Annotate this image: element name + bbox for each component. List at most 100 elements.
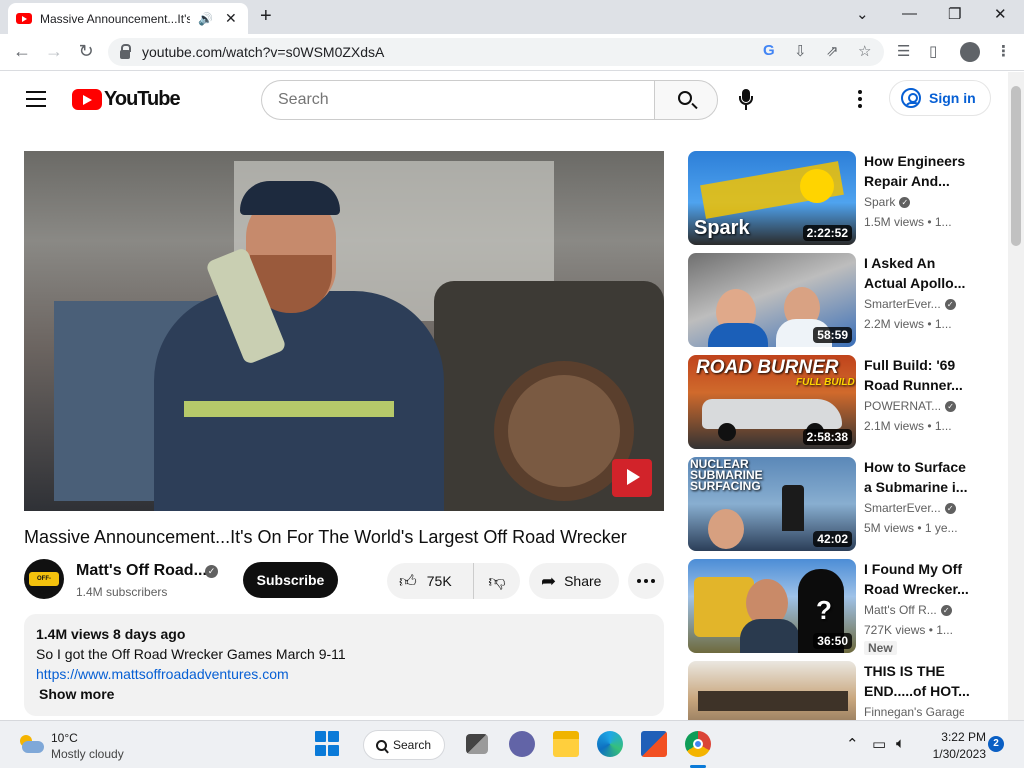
verified-check-icon: ✓ xyxy=(899,197,911,209)
bookmark-star-icon[interactable]: ☆ xyxy=(858,42,871,60)
sign-in-label: Sign in xyxy=(929,90,976,106)
weather-cloudy-icon[interactable] xyxy=(18,733,44,755)
new-tab-button[interactable]: + xyxy=(260,6,272,26)
close-tab-icon[interactable]: ✕ xyxy=(225,10,237,27)
recommended-title[interactable]: How to Surface a Submarine i... xyxy=(864,457,970,497)
weather-condition[interactable]: Mostly cloudy xyxy=(51,747,124,761)
page-scrollbar[interactable] xyxy=(1008,72,1024,720)
like-count: 75K xyxy=(426,573,452,589)
recommended-channel[interactable]: POWERNAT... ✓ xyxy=(864,399,964,413)
recommended-title[interactable]: How Engineers Repair And... xyxy=(864,151,970,191)
recommended-title[interactable]: THIS IS THE END.....of HOT... xyxy=(864,661,970,701)
recommended-video[interactable]: ROAD BURNER FULL BUILD 2:58:38 Full Buil… xyxy=(688,355,978,449)
channel-name[interactable]: Matt's Off Road... xyxy=(76,562,207,580)
network-icon[interactable]: ▭ xyxy=(872,735,886,753)
video-thumbnail[interactable] xyxy=(688,661,856,720)
recommended-meta: 5M views • 1 ye... xyxy=(864,521,958,535)
show-more-button[interactable]: Show more xyxy=(39,686,652,706)
profile-avatar-icon[interactable] xyxy=(960,42,980,62)
install-app-icon[interactable]: ⇩ xyxy=(794,42,807,60)
search-input[interactable] xyxy=(261,80,655,120)
hamburger-menu-icon[interactable] xyxy=(26,91,46,107)
reload-icon[interactable]: ↻ xyxy=(74,41,98,62)
teams-chat-icon[interactable] xyxy=(509,731,535,757)
video-thumbnail[interactable]: ? 36:50 xyxy=(688,559,856,653)
subscribe-button[interactable]: Subscribe xyxy=(243,562,338,598)
chevron-up-icon[interactable]: ⌃ xyxy=(846,735,859,753)
search-button[interactable] xyxy=(654,80,718,120)
taskbar-search-button[interactable]: Search xyxy=(363,730,445,760)
speaker-icon[interactable]: 🔊 xyxy=(198,12,213,26)
like-button[interactable]: 👍︎ 75K xyxy=(387,563,474,599)
settings-more-icon[interactable] xyxy=(858,90,862,111)
youtube-masthead: YouTube Sign in xyxy=(0,72,1008,128)
youtube-play-icon xyxy=(72,89,102,110)
media-controls-icon[interactable]: ☰ xyxy=(897,42,910,60)
video-thumbnail[interactable]: Spark 2:22:52 xyxy=(688,151,856,245)
recommended-channel[interactable]: Spark ✓ xyxy=(864,195,964,209)
taskbar-search-label: Search xyxy=(393,738,432,752)
recommended-video[interactable]: NUCLEAR SUBMARINE SURFACING 42:02 How to… xyxy=(688,457,978,551)
recommended-video[interactable]: ? 36:50 I Found My Off Road Wrecker... M… xyxy=(688,559,978,655)
description-link[interactable]: https://www.mattsoffroadadventures.com xyxy=(36,666,652,686)
minimize-button[interactable]: — xyxy=(902,5,917,22)
search-icon xyxy=(376,739,387,751)
microsoft-store-icon[interactable] xyxy=(641,731,667,757)
recommended-video[interactable]: 58:59 I Asked An Actual Apollo... Smarte… xyxy=(688,253,978,347)
recommended-title[interactable]: I Asked An Actual Apollo... xyxy=(864,253,970,293)
microphone-icon[interactable] xyxy=(736,86,756,114)
browser-toolbar: ← → ↻ youtube.com/watch?v=s0WSM0ZXdsA G … xyxy=(0,34,1024,71)
maximize-button[interactable]: ❐ xyxy=(948,5,961,23)
recommended-channel[interactable]: SmarterEver... ✓ xyxy=(864,501,964,515)
google-translate-icon[interactable]: G xyxy=(763,42,775,59)
notification-badge[interactable]: 2 xyxy=(988,736,1004,752)
share-arrow-icon: ➦ xyxy=(541,570,557,591)
recommended-title[interactable]: Full Build: '69 Road Runner... xyxy=(864,355,970,395)
recommended-channel[interactable]: Finnegan's Garage xyxy=(864,705,964,719)
youtube-favicon-icon xyxy=(16,13,32,24)
browser-tab-active[interactable]: Massive Announcement...It's 🔊 ✕ xyxy=(8,3,248,34)
clock-date[interactable]: 1/30/2023 xyxy=(920,747,986,761)
forward-arrow-icon[interactable]: → xyxy=(42,41,66,62)
side-panel-icon[interactable]: ▯ xyxy=(929,42,937,60)
scrollbar-thumb[interactable] xyxy=(1011,86,1021,246)
share-page-icon[interactable]: ⇗ xyxy=(826,42,839,60)
chrome-browser-icon[interactable] xyxy=(685,731,711,757)
edge-browser-icon[interactable] xyxy=(597,731,623,757)
recommended-channel[interactable]: SmarterEver... ✓ xyxy=(864,297,964,311)
video-thumbnail[interactable]: 58:59 xyxy=(688,253,856,347)
tab-search-button[interactable]: ⌄ xyxy=(856,5,869,23)
youtube-logo[interactable]: YouTube xyxy=(72,88,181,111)
subscriber-count: 1.4M subscribers xyxy=(76,585,168,599)
channel-watermark-icon[interactable] xyxy=(612,459,652,497)
recommended-title[interactable]: I Found My Off Road Wrecker... xyxy=(864,559,970,599)
duration-badge: 58:59 xyxy=(813,327,852,343)
recommended-channel[interactable]: Matt's Off R... ✓ xyxy=(864,603,964,617)
sign-in-button[interactable]: Sign in xyxy=(889,80,991,116)
url-text[interactable]: youtube.com/watch?v=s0WSM0ZXdsA xyxy=(142,44,384,60)
close-window-button[interactable]: ✕ xyxy=(994,5,1007,23)
recommended-meta: 1.5M views • 1... xyxy=(864,215,952,229)
lock-icon[interactable] xyxy=(120,43,131,59)
video-thumbnail[interactable]: ROAD BURNER FULL BUILD 2:58:38 xyxy=(688,355,856,449)
description-box[interactable]: 1.4M views 8 days ago So I got the Off R… xyxy=(24,614,664,716)
weather-temperature[interactable]: 10°C xyxy=(51,731,78,745)
clock-time[interactable]: 3:22 PM xyxy=(936,730,986,744)
dislike-button[interactable]: 👎︎ xyxy=(474,563,520,599)
volume-icon[interactable]: 🔈︎ xyxy=(896,735,905,752)
recommended-meta: 2.1M views • 1... xyxy=(864,419,952,433)
recommended-video[interactable]: THIS IS THE END.....of HOT... Finnegan's… xyxy=(688,661,978,720)
share-button[interactable]: ➦ Share xyxy=(529,563,619,599)
browser-menu-icon[interactable]: ⋮ xyxy=(996,42,1011,60)
windows-start-icon[interactable] xyxy=(315,731,341,757)
video-thumbnail[interactable]: NUCLEAR SUBMARINE SURFACING 42:02 xyxy=(688,457,856,551)
back-arrow-icon[interactable]: ← xyxy=(10,41,34,62)
more-actions-button[interactable] xyxy=(628,563,664,599)
recommended-video[interactable]: Spark 2:22:52 How Engineers Repair And..… xyxy=(688,151,978,245)
file-explorer-icon[interactable] xyxy=(553,731,579,757)
channel-avatar[interactable]: OFF-ROAD xyxy=(24,559,64,599)
duration-badge: 2:22:52 xyxy=(802,225,852,241)
duration-badge: 42:02 xyxy=(813,531,852,547)
task-view-icon[interactable] xyxy=(466,734,488,754)
video-player[interactable] xyxy=(24,151,664,511)
